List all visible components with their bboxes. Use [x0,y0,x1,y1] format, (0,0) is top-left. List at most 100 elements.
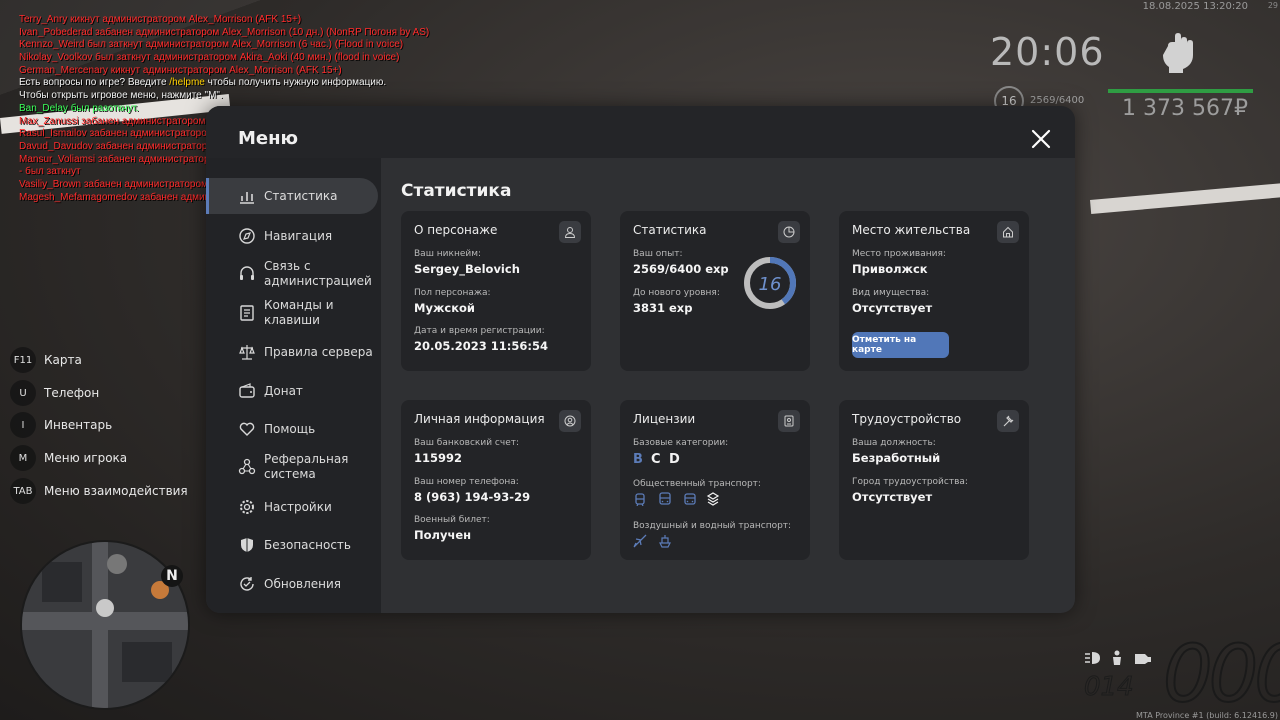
exp-value: 2569/6400 exp [633,262,729,276]
bank-label: Ваш банковский счет: [414,438,520,448]
game-menu-window: Меню Статистика Навигация Связь с админи… [206,106,1075,613]
nav-item-server-rules[interactable]: Правила сервера [238,343,373,361]
document-icon [240,305,254,321]
headlight-icon [1085,652,1100,664]
shield-icon [241,538,253,552]
license-icon [778,410,800,432]
employment-city-value: Отсутствует [852,490,933,504]
property-label: Вид имущества: [852,288,930,298]
nav-item-help[interactable]: Помощь [238,420,315,438]
engine-icon [1135,654,1151,664]
key-badge: I [10,412,36,438]
nav-label: Статистика [264,188,338,203]
card-residence: Место жительства Место проживания: Приво… [839,211,1029,371]
minimap-roads [22,542,188,708]
card-title: Личная информация [414,412,545,426]
content-title: Статистика [401,181,512,201]
key-badge: M [10,445,36,471]
refresh-icon [240,577,254,591]
military-value: Получен [414,528,472,542]
chat-line: Чтобы открыть игровое меню, нажмите "M". [19,90,223,102]
card-title: О персонаже [414,223,498,237]
registration-label: Дата и время регистрации: [414,326,545,336]
nav-item-referral[interactable]: Реферальная система [238,452,348,482]
nickname-label: Ваш никнейм: [414,249,482,259]
key-badge: U [10,380,36,406]
keybind-label: Карта [44,353,82,367]
hud-clock: 20:06 [990,30,1105,74]
next-level-value: 3831 exp [633,301,693,315]
keybind-label: Меню взаимодействия [44,484,188,498]
property-value: Отсутствует [852,301,933,315]
nav-label: Безопасность [264,537,351,552]
headset-icon [240,266,254,280]
chat-line: Есть вопросы по игре? Введите /helpme чт… [19,77,387,89]
keybind-label: Меню игрока [44,451,128,465]
nav-item-settings[interactable]: Настройки [238,498,332,516]
nav-label: Навигация [264,228,333,243]
health-bar [1108,89,1253,93]
menu-title: Меню [238,128,299,149]
nav-item-contact-admin[interactable]: Связь с администрацией [238,259,372,289]
fist-icon [1163,33,1193,73]
pie-chart-icon [778,221,800,243]
keybind-inventory: I Инвентарь [10,411,112,439]
chat-line: Terry_Anry кикнут администратором Alex_M… [19,14,302,25]
nav-item-statistics[interactable]: Статистика [238,187,338,205]
compass-icon [239,228,255,244]
air-water-transport-label: Воздушный и водный транспорт: [633,521,792,531]
category-b: B [633,452,643,467]
tram-icon [635,493,645,506]
card-title: Место жительства [852,223,971,237]
card-personal-info: Личная информация Ваш банковский счет: 1… [401,400,591,560]
phone-value: 8 (963) 194-93-29 [414,490,531,504]
keybind-label: Инвентарь [44,418,113,432]
chat-line: German_Mercenary кикнут администратором … [19,64,342,76]
nav-active-indicator [206,178,209,214]
airplane-icon [633,534,647,548]
key-badge: F11 [10,347,36,373]
hammer-icon [997,410,1019,432]
heart-hand-icon [239,422,255,436]
road-stripe [1090,179,1280,214]
nav-label: Реферальная система [264,452,349,481]
hud-corner-number: 29 [1267,1,1278,10]
keybind-player-menu: M Меню игрока [10,444,127,472]
keybind-label: Телефон [44,386,100,400]
employment-city-label: Город трудоустройства: [852,477,968,487]
compass-north-icon: N [161,565,183,587]
card-character: О персонаже Ваш никнейм: Sergey_Belovich… [401,211,591,371]
nav-label: Настройки [264,499,332,514]
phone-label: Ваш номер телефона: [414,477,519,487]
bank-value: 115992 [414,451,463,465]
hud-datetime: 18.08.2025 13:20:20 [1142,1,1248,12]
nav-item-commands[interactable]: Команды и клавиши [238,298,338,328]
key-badge: TAB [10,478,36,504]
category-c: C [651,452,661,467]
residence-label: Место проживания: [852,249,946,259]
nav-item-donate[interactable]: Донат [238,382,303,400]
seatbelt-icon [1113,650,1121,665]
mark-on-map-button[interactable]: Отметить на карте [852,332,949,358]
nav-item-security[interactable]: Безопасность [238,536,351,554]
chat-command: /helpme [169,77,205,89]
gender-label: Пол персонажа: [414,288,491,298]
menu-header [206,106,1075,158]
category-d: D [669,452,680,467]
taxi-icon [706,492,720,506]
boat-icon [659,535,671,548]
chat-line: Ivan_Pobederad забанен администратором A… [19,26,430,38]
card-employment: Трудоустройство Ваша должность: Безработ… [839,400,1029,560]
nav-item-updates[interactable]: Обновления [238,575,341,593]
stats-icon [240,192,254,204]
fuel-value: 014 [1084,672,1135,703]
card-statistics: Статистика Ваш опыт: 2569/6400 exp До но… [620,211,810,371]
military-label: Военный билет: [414,515,490,525]
nav-label: Правила сервера [264,344,373,359]
nav-label: Связь с администрацией [264,259,372,288]
gear-icon [240,500,254,514]
keybind-map: F11 Карта [10,346,82,374]
nav-item-navigation[interactable]: Навигация [238,227,332,245]
gender-value: Мужской [414,301,475,315]
close-icon[interactable] [1030,128,1052,150]
